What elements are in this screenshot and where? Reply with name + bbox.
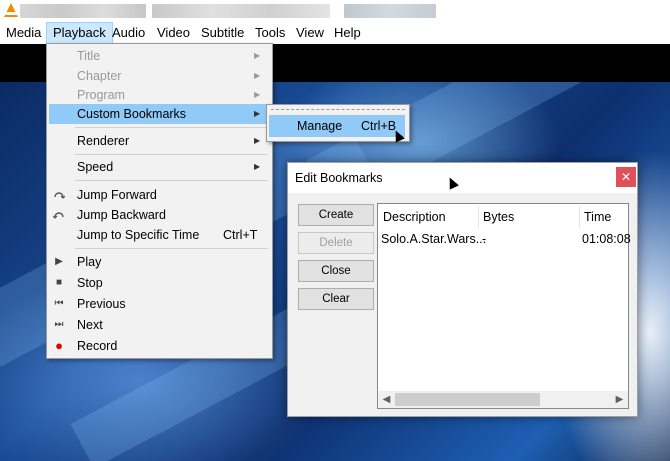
menu-playback[interactable]: Playback: [46, 22, 113, 44]
vlc-cone-icon: [4, 3, 18, 17]
column-header-bytes[interactable]: Bytes: [483, 206, 514, 228]
chevron-right-icon: ▶: [254, 109, 261, 118]
column-divider[interactable]: [579, 206, 580, 228]
close-icon[interactable]: ✕: [616, 167, 636, 187]
menu-item-next[interactable]: ⏭ Next: [47, 315, 272, 335]
horizontal-scrollbar[interactable]: ◀ ▶: [378, 391, 628, 408]
next-icon: ⏭: [54, 319, 64, 330]
blurred-title-text: [152, 4, 330, 18]
jump-backward-icon: [52, 209, 65, 221]
menu-item-record[interactable]: ● Record: [47, 336, 272, 356]
menu-separator: [75, 154, 268, 155]
submenu-tearoff-line: [271, 109, 405, 110]
menu-separator: [75, 248, 268, 249]
scrollbar-thumb[interactable]: [395, 393, 540, 406]
playback-menu: Title ▶ Chapter ▶ Program ▶ Custom Bookmark…: [46, 43, 273, 359]
menu-item-jump-forward[interactable]: Jump Forward: [47, 185, 272, 205]
menu-item-previous[interactable]: ⏮ Previous: [47, 294, 272, 314]
clear-button[interactable]: Clear: [298, 288, 374, 310]
close-button[interactable]: Close: [298, 260, 374, 282]
menu-item-jump-backward[interactable]: Jump Backward: [47, 205, 272, 225]
create-button[interactable]: Create: [298, 204, 374, 226]
dialog-title: Edit Bookmarks: [295, 171, 383, 185]
blurred-title-text: [20, 4, 146, 18]
menu-item-stop[interactable]: ■ Stop: [47, 273, 272, 293]
column-header-time[interactable]: Time: [584, 206, 611, 228]
chevron-right-icon: ▶: [254, 136, 261, 145]
menu-help[interactable]: Help: [328, 22, 367, 44]
menu-video[interactable]: Video: [151, 22, 196, 44]
menu-item-play[interactable]: ▶ Play: [47, 252, 272, 272]
menu-tools[interactable]: Tools: [249, 22, 291, 44]
chevron-right-icon: ▶: [254, 51, 261, 60]
menu-item-title: Title ▶: [47, 46, 272, 66]
custom-bookmarks-submenu: Manage Ctrl+B: [266, 104, 410, 142]
menu-item-manage[interactable]: Manage Ctrl+B: [269, 115, 405, 137]
bookmark-description: Solo.A.Star.Wars...: [381, 232, 487, 246]
previous-icon: ⏮: [54, 298, 64, 309]
menu-audio[interactable]: Audio: [106, 22, 151, 44]
chevron-right-icon: ▶: [254, 71, 261, 80]
jump-forward-icon: [53, 189, 66, 201]
scroll-right-icon[interactable]: ▶: [611, 392, 628, 407]
bookmark-time: 01:08:08: [582, 232, 631, 246]
menu-subtitle[interactable]: Subtitle: [195, 22, 250, 44]
menu-item-renderer[interactable]: Renderer ▶: [47, 131, 272, 151]
menu-separator: [75, 180, 268, 181]
record-icon: ●: [55, 338, 63, 353]
scroll-left-icon[interactable]: ◀: [378, 392, 395, 407]
menu-item-jump-to-time[interactable]: Jump to Specific Time Ctrl+T: [47, 225, 272, 245]
column-divider[interactable]: [478, 206, 479, 228]
dialog-title-bar: Edit Bookmarks ✕: [288, 163, 637, 193]
blurred-title-text: [344, 4, 436, 18]
bookmark-bytes: -: [482, 232, 487, 246]
edit-bookmarks-dialog: Edit Bookmarks ✕ Create Delete Close Cle…: [287, 162, 638, 417]
play-icon: ▶: [55, 256, 63, 267]
menu-bar: Media Playback Audio Video Subtitle Tool…: [0, 22, 670, 44]
stop-icon: ■: [55, 277, 63, 288]
menu-view[interactable]: View: [290, 22, 330, 44]
menu-media[interactable]: Media: [0, 22, 47, 44]
bookmarks-list[interactable]: Description Bytes Time Solo.A.Star.Wars.…: [377, 203, 631, 409]
menu-item-chapter: Chapter ▶: [47, 66, 272, 86]
column-header-description[interactable]: Description: [383, 206, 446, 228]
menu-item-program: Program ▶: [47, 85, 272, 105]
delete-button[interactable]: Delete: [298, 232, 374, 254]
menu-item-custom-bookmarks[interactable]: Custom Bookmarks ▶: [49, 104, 270, 124]
menu-separator: [75, 127, 268, 128]
title-bar: [0, 0, 670, 22]
menu-item-speed[interactable]: Speed ▶: [47, 157, 272, 177]
chevron-right-icon: ▶: [254, 162, 261, 171]
chevron-right-icon: ▶: [254, 90, 261, 99]
